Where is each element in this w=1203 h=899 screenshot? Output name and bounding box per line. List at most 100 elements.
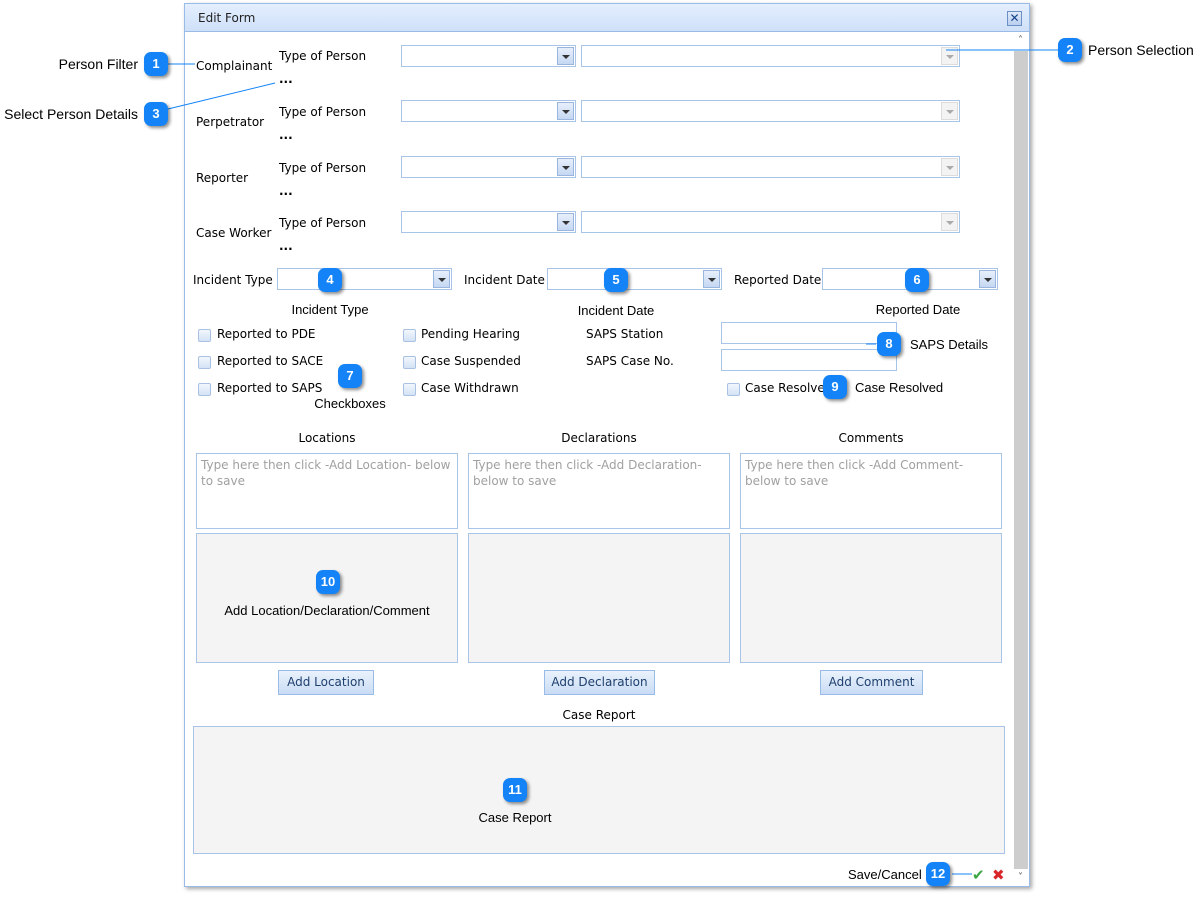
- select-person-details-link[interactable]: ...: [279, 72, 293, 86]
- person-type-filter-combo[interactable]: [401, 156, 576, 178]
- checkbox-reported-to-saps[interactable]: [198, 383, 211, 396]
- add-declaration-button[interactable]: Add Declaration: [544, 670, 655, 695]
- incident-type-combo[interactable]: [277, 268, 452, 290]
- callout-text-10: Add Location/Declaration/Comment: [224, 603, 430, 618]
- close-icon: ✕: [1009, 11, 1020, 25]
- callout-text-8: SAPS Details: [910, 337, 989, 352]
- callout-badge-3: 3: [144, 102, 168, 126]
- chevron-down-icon[interactable]: [557, 158, 574, 176]
- incident-date-label: Incident Date: [464, 273, 545, 287]
- incident-type-label: Incident Type: [193, 273, 273, 287]
- callout-badge-10: 10: [316, 570, 340, 594]
- locations-list[interactable]: [196, 533, 458, 663]
- chevron-down-icon[interactable]: [941, 102, 958, 120]
- callout-text-5: Incident Date: [577, 303, 655, 318]
- declaration-input[interactable]: Type here then click -Add Declaration- b…: [468, 453, 730, 529]
- callout-badge-5: 5: [604, 268, 628, 292]
- checkbox-reported-to-pde[interactable]: [198, 329, 211, 342]
- callout-badge-8: 8: [877, 332, 901, 356]
- select-person-details-link[interactable]: ...: [279, 128, 293, 142]
- checkbox-case-withdrawn[interactable]: [403, 383, 416, 396]
- callout-text-9: Case Resolved: [855, 380, 944, 395]
- location-input[interactable]: Type here then click -Add Location- belo…: [196, 453, 458, 529]
- checkbox-case-suspended[interactable]: [403, 356, 416, 369]
- chevron-down-icon[interactable]: [433, 270, 450, 288]
- type-of-person-label: Type of Person: [279, 49, 367, 63]
- person-type-filter-combo[interactable]: [401, 211, 576, 233]
- person-role-label: Perpetrator: [196, 115, 265, 129]
- checkbox-reported-to-sace[interactable]: [198, 356, 211, 369]
- callout-text-6: Reported Date: [875, 302, 961, 317]
- comments-list[interactable]: [740, 533, 1002, 663]
- type-of-person-label: Type of Person: [279, 161, 367, 175]
- checkbox-label: Pending Hearing: [421, 327, 521, 341]
- declarations-list[interactable]: [468, 533, 730, 663]
- person-type-filter-combo[interactable]: [401, 100, 576, 122]
- checkbox-label: Case Suspended: [421, 354, 521, 368]
- saps-station-label: SAPS Station: [586, 327, 664, 341]
- person-selection-combo[interactable]: [581, 156, 960, 178]
- add-location-button[interactable]: Add Location: [278, 670, 374, 695]
- callout-badge-12: 12: [926, 862, 950, 886]
- checkmark-icon: ✔: [972, 866, 985, 884]
- chevron-down-icon[interactable]: [703, 270, 720, 288]
- checkbox-label: Reported to SACE: [217, 354, 324, 368]
- checkbox-label: Reported to SAPS: [217, 381, 323, 395]
- add-comment-button[interactable]: Add Comment: [820, 670, 923, 695]
- cancel-button[interactable]: ✖: [992, 866, 1005, 884]
- checkbox-pending-hearing[interactable]: [403, 329, 416, 342]
- comment-input[interactable]: Type here then click -Add Comment- below…: [740, 453, 1002, 529]
- saps-station-input[interactable]: [721, 322, 897, 344]
- person-role-label: Reporter: [196, 171, 249, 185]
- reported-date-label: Reported Date: [734, 273, 822, 287]
- chevron-down-icon[interactable]: [979, 270, 996, 288]
- select-person-details-link[interactable]: ...: [279, 239, 293, 253]
- checkbox-label: Case Withdrawn: [421, 381, 519, 395]
- type-of-person-label: Type of Person: [279, 105, 367, 119]
- title-bar: Edit Form ✕: [185, 4, 1029, 32]
- saps-case-no-input[interactable]: [721, 349, 897, 371]
- declarations-title: Declarations: [561, 431, 637, 445]
- chevron-down-icon[interactable]: [557, 213, 574, 231]
- callout-badge-9: 9: [823, 375, 847, 399]
- callout-text-7: Checkboxes: [314, 396, 386, 411]
- callout-badge-4: 4: [318, 268, 342, 292]
- callout-badge-6: 6: [905, 268, 929, 292]
- x-icon: ✖: [992, 866, 1005, 884]
- chevron-down-icon[interactable]: [941, 213, 958, 231]
- scroll-up-icon[interactable]: ˄: [1012, 33, 1029, 49]
- incident-date-picker[interactable]: [547, 268, 722, 290]
- callout-badge-11: 11: [503, 778, 527, 802]
- locations-title: Locations: [298, 431, 356, 445]
- select-person-details-link[interactable]: ...: [279, 184, 293, 198]
- scroll-thumb[interactable]: [1014, 51, 1028, 869]
- chevron-down-icon[interactable]: [941, 47, 958, 65]
- callout-badge-2: 2: [1058, 38, 1082, 62]
- person-type-filter-combo[interactable]: [401, 45, 576, 67]
- save-button[interactable]: ✔: [972, 866, 985, 884]
- callout-text-2: Person Selection: [1088, 42, 1194, 58]
- person-selection-combo[interactable]: [581, 100, 960, 122]
- case-report-area[interactable]: [193, 726, 1005, 854]
- person-selection-combo[interactable]: [581, 45, 960, 67]
- callout-text-11: Case Report: [478, 810, 552, 825]
- person-selection-combo[interactable]: [581, 211, 960, 233]
- scroll-down-icon[interactable]: ˅: [1012, 870, 1029, 886]
- callout-text-4: Incident Type: [291, 302, 369, 317]
- type-of-person-label: Type of Person: [279, 216, 367, 230]
- case-report-title: Case Report: [562, 708, 636, 722]
- chevron-down-icon[interactable]: [557, 47, 574, 65]
- close-button[interactable]: ✕: [1007, 11, 1022, 26]
- callout-badge-7: 7: [338, 364, 362, 388]
- chevron-down-icon[interactable]: [557, 102, 574, 120]
- callout-badge-1: 1: [144, 52, 168, 76]
- callout-text-12: Save/Cancel: [848, 867, 922, 882]
- vertical-scrollbar[interactable]: ˄ ˅: [1012, 33, 1029, 886]
- checkbox-case-resolved[interactable]: [727, 383, 740, 396]
- chevron-down-icon[interactable]: [941, 158, 958, 176]
- person-role-label: Complainant: [196, 59, 273, 73]
- window-title: Edit Form: [198, 11, 256, 25]
- edit-form-window: Edit Form ✕ Complainant Type of Person .…: [184, 3, 1030, 887]
- person-role-label: Case Worker: [196, 226, 272, 240]
- checkbox-label: Reported to PDE: [217, 327, 316, 341]
